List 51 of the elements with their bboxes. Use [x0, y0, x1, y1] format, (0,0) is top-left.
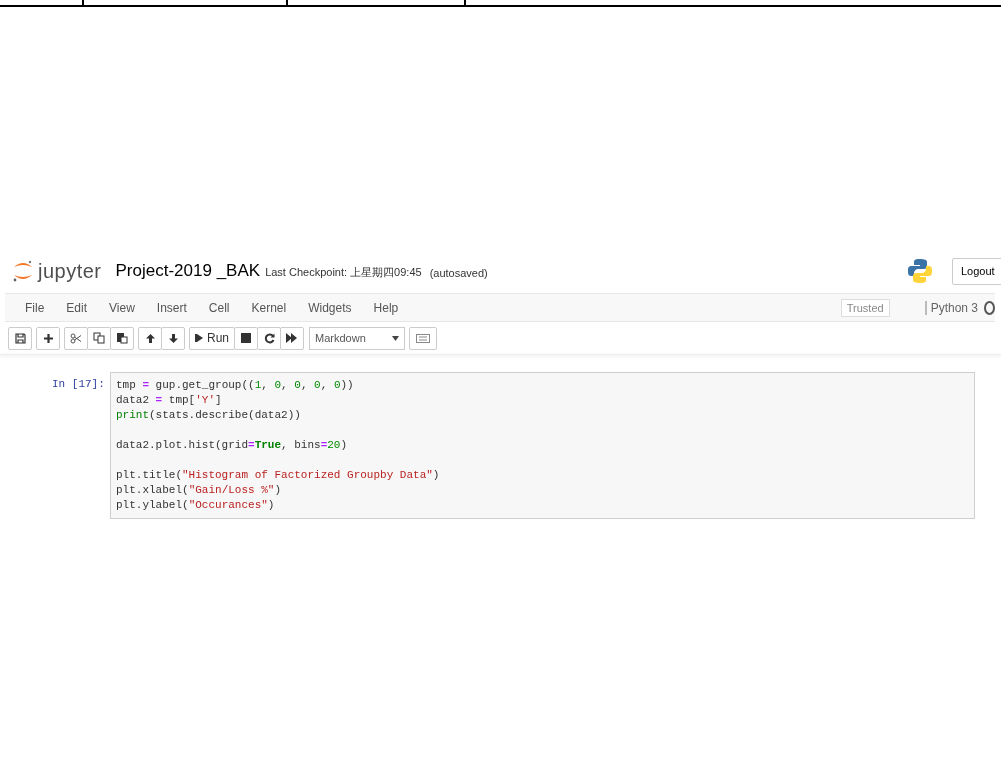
restart-icon — [263, 332, 275, 344]
autosave-status: (autosaved) — [429, 266, 488, 279]
python-logo-icon — [907, 258, 933, 284]
logout-button[interactable]: Logout — [952, 257, 1001, 285]
menu-item[interactable]: Kernel — [240, 300, 298, 315]
trusted-badge[interactable]: Trusted — [840, 298, 890, 317]
arrow-up-icon — [144, 332, 156, 344]
jupyter-logo[interactable]: jupyter — [12, 259, 102, 283]
arrow-down-icon — [167, 332, 179, 344]
menu-item[interactable]: Widgets — [297, 300, 363, 315]
code-line: data2.plot.hist(grid=True, bins=20) — [116, 438, 349, 453]
menu-item[interactable]: Edit — [55, 300, 99, 315]
restart-button[interactable] — [257, 326, 281, 350]
copy-icon — [93, 332, 105, 344]
fast-forward-button[interactable] — [280, 326, 304, 350]
code-line: plt.xlabel("Gain/Loss %") — [116, 483, 283, 498]
menu-item[interactable]: Help — [362, 300, 410, 315]
kernel-status-icon — [984, 300, 995, 315]
run-button[interactable]: Run — [189, 326, 235, 350]
menu-item[interactable]: Insert — [145, 300, 198, 315]
paste-button[interactable] — [110, 326, 134, 350]
input-prompt: In [17]: — [52, 377, 106, 392]
step-forward-icon — [195, 333, 204, 343]
paste-icon — [116, 332, 128, 344]
code-line: tmp = gup.get_group((1, 0, 0, 0, 0)) — [116, 378, 355, 393]
scissors-icon — [70, 332, 82, 344]
logo-arcs-icon — [12, 259, 34, 283]
caret-icon — [392, 335, 399, 341]
cut-button[interactable] — [64, 326, 88, 350]
code-line: data2 = tmp['Y'] — [116, 393, 223, 408]
menu-item[interactable]: Cell — [197, 300, 241, 315]
move-up-button[interactable] — [138, 326, 162, 350]
fast-forward-icon — [286, 333, 298, 343]
code-cell[interactable] — [110, 372, 975, 519]
kernel-name[interactable]: Python 3 — [924, 300, 978, 315]
last-checkpoint: Last Checkpoint: 上星期四09:45 — [265, 265, 422, 280]
cell-type-dropdown[interactable]: Markdown — [309, 326, 405, 350]
code-line: print(stats.describe(data2)) — [116, 408, 302, 423]
keyboard-icon — [416, 333, 430, 343]
plus-icon — [42, 332, 54, 344]
menu-item[interactable]: File — [14, 300, 56, 315]
menu-item[interactable]: View — [98, 300, 146, 315]
stop-icon — [241, 333, 251, 343]
move-down-button[interactable] — [161, 326, 185, 350]
notebook-title[interactable]: Project-2019 _BAK — [115, 261, 261, 281]
code-line: plt.title("Histogram of Factorized Groupby Data") — [116, 468, 441, 483]
stop-button[interactable] — [234, 326, 258, 350]
plus-button[interactable] — [36, 326, 60, 350]
save-button[interactable] — [8, 326, 32, 350]
code-line: plt.ylabel("Occurances") — [116, 498, 276, 513]
keyboard-button[interactable] — [409, 326, 437, 350]
